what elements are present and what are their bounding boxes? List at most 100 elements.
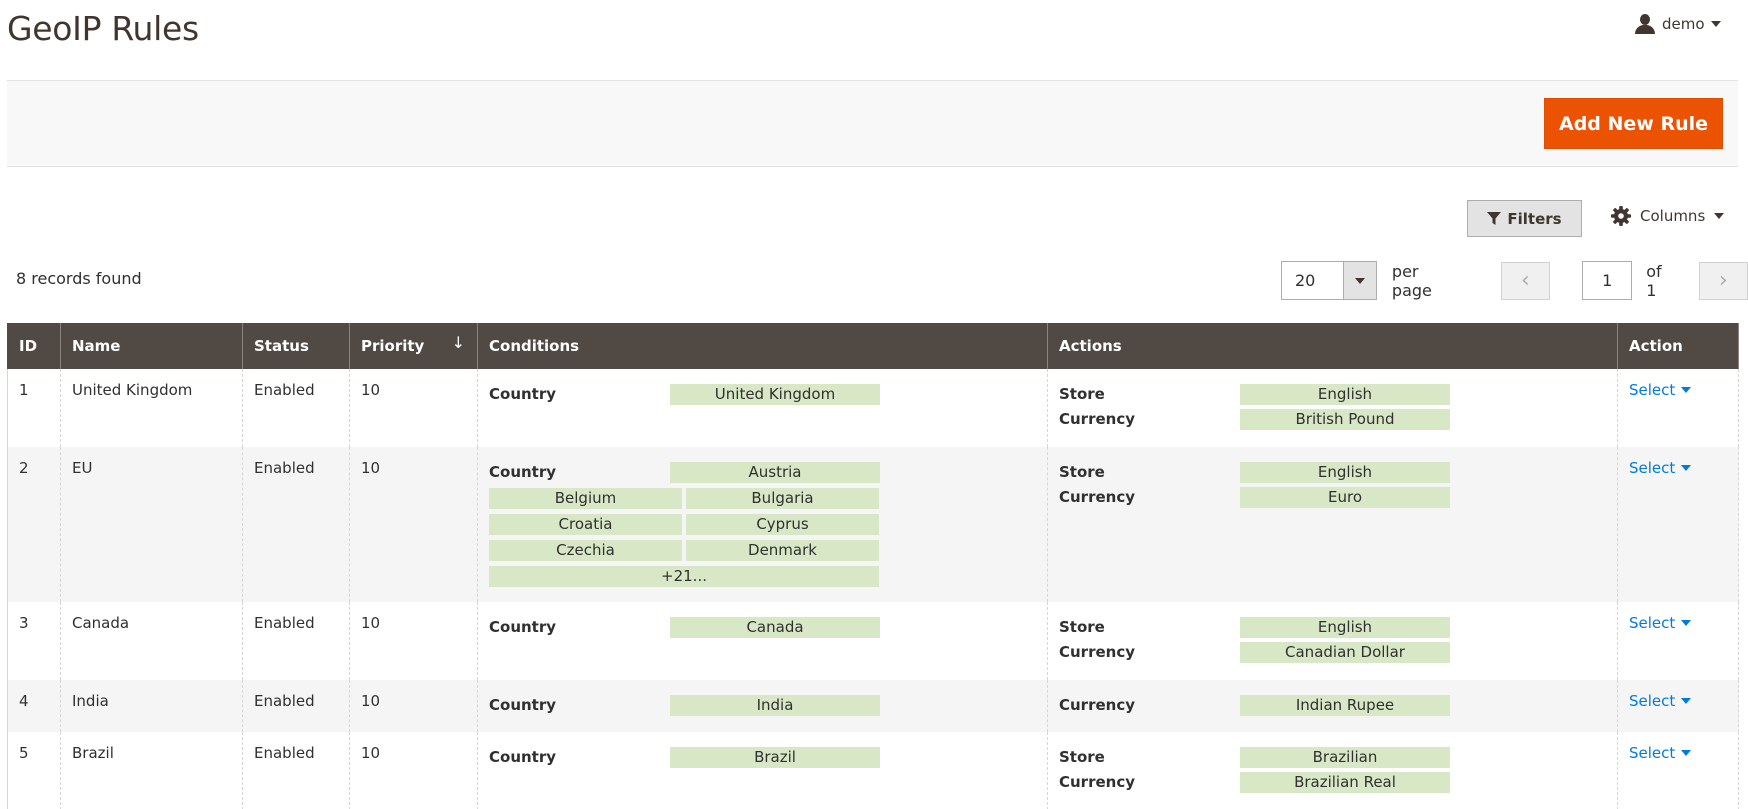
per-page-value: 20: [1295, 271, 1316, 290]
cell-action: Select: [1617, 680, 1739, 732]
column-header-action: Action: [1617, 323, 1739, 369]
rules-grid: ID Name Status Priority ↓ Conditions Acti…: [7, 323, 1739, 809]
currency-label: Currency: [1059, 643, 1136, 661]
currency-tag: Canadian Dollar: [1240, 642, 1450, 663]
condition-tag: Croatia: [489, 514, 682, 535]
currency-tag: Indian Rupee: [1240, 695, 1450, 716]
select-label: Select: [1629, 459, 1676, 477]
cell-status: Enabled: [242, 369, 350, 447]
cell-action: Select: [1617, 732, 1739, 809]
currency-label: Currency: [1059, 773, 1136, 791]
store-label: Store: [1059, 618, 1105, 636]
condition-label: Country: [489, 696, 557, 714]
currency-tag: Brazilian Real: [1240, 772, 1450, 793]
chevron-down-icon: [1681, 620, 1692, 626]
condition-tag: Cyprus: [686, 514, 879, 535]
cell-actions: Currency Indian Rupee: [1047, 680, 1618, 732]
cell-id: 4: [7, 680, 61, 732]
cell-name: Canada: [60, 602, 243, 680]
chevron-left-icon: ‹: [1521, 268, 1530, 293]
table-row: 5 Brazil Enabled 10 Country Brazil Store B…: [7, 732, 1739, 809]
cell-id: 3: [7, 602, 61, 680]
user-menu[interactable]: demo: [1634, 14, 1721, 34]
currency-tag: British Pound: [1240, 409, 1450, 430]
column-header-name[interactable]: Name: [60, 323, 243, 369]
per-page-dropdown-toggle[interactable]: [1342, 262, 1376, 299]
page-actions-bar: Add New Rule: [7, 80, 1738, 167]
filters-button[interactable]: Filters: [1467, 200, 1582, 237]
condition-label: Country: [489, 385, 557, 403]
chevron-down-icon: [1354, 277, 1365, 284]
add-new-rule-button[interactable]: Add New Rule: [1544, 98, 1723, 149]
row-select-action[interactable]: Select: [1629, 381, 1692, 399]
condition-label: Country: [489, 463, 557, 481]
table-row: 1 United Kingdom Enabled 10 Country Unite…: [7, 369, 1739, 447]
cell-conditions: Country India: [477, 680, 1048, 732]
cell-id: 5: [7, 732, 61, 809]
store-label: Store: [1059, 385, 1105, 403]
condition-tag: Austria: [670, 462, 880, 483]
currency-label: Currency: [1059, 696, 1136, 714]
filter-icon: [1487, 211, 1502, 225]
chevron-down-icon: [1681, 465, 1692, 471]
table-row: 3 Canada Enabled 10 Country Canada Store E…: [7, 602, 1739, 680]
cell-actions: Store Brazilian Currency Brazilian Real: [1047, 732, 1618, 809]
per-page-label: per page: [1391, 261, 1432, 300]
columns-button[interactable]: Columns: [1611, 206, 1725, 226]
store-tag: English: [1240, 617, 1450, 638]
cell-priority: 10: [349, 447, 478, 602]
column-header-status[interactable]: Status: [242, 323, 350, 369]
column-header-priority[interactable]: Priority ↓: [349, 323, 478, 369]
user-icon: [1634, 14, 1656, 34]
filters-label: Filters: [1507, 209, 1562, 228]
cell-priority: 10: [349, 732, 478, 809]
condition-tag: United Kingdom: [670, 384, 880, 405]
row-select-action[interactable]: Select: [1629, 614, 1692, 632]
cell-status: Enabled: [242, 602, 350, 680]
row-select-action[interactable]: Select: [1629, 692, 1692, 710]
row-select-action[interactable]: Select: [1629, 744, 1692, 762]
cell-name: United Kingdom: [60, 369, 243, 447]
chevron-down-icon: [1714, 213, 1725, 219]
condition-more-tag[interactable]: +21...: [489, 566, 879, 587]
per-page-select[interactable]: 20: [1281, 261, 1377, 300]
store-label: Store: [1059, 463, 1105, 481]
table-row: 4 India Enabled 10 Country India Currency…: [7, 680, 1739, 732]
page-number-input[interactable]: [1582, 261, 1633, 300]
condition-tag: India: [670, 695, 880, 716]
currency-tag: Euro: [1240, 487, 1450, 508]
cell-id: 2: [7, 447, 61, 602]
store-tag: English: [1240, 384, 1450, 405]
grid-header-row: ID Name Status Priority ↓ Conditions Acti…: [7, 323, 1739, 369]
column-header-conditions[interactable]: Conditions: [477, 323, 1048, 369]
column-header-actions[interactable]: Actions: [1047, 323, 1618, 369]
next-page-button[interactable]: ›: [1698, 261, 1748, 300]
user-name: demo: [1662, 15, 1705, 33]
cell-status: Enabled: [242, 680, 350, 732]
cell-status: Enabled: [242, 447, 350, 602]
column-header-id[interactable]: ID: [7, 323, 61, 369]
cell-priority: 10: [349, 369, 478, 447]
cell-priority: 10: [349, 602, 478, 680]
previous-page-button[interactable]: ‹: [1500, 261, 1551, 300]
row-select-action[interactable]: Select: [1629, 459, 1692, 477]
cell-conditions: Country Brazil: [477, 732, 1048, 809]
select-label: Select: [1629, 381, 1676, 399]
cell-id: 1: [7, 369, 61, 447]
condition-tag: Brazil: [670, 747, 880, 768]
gear-icon: [1611, 206, 1631, 226]
condition-tag: Belgium: [489, 488, 682, 509]
cell-actions: Store English Currency British Pound: [1047, 369, 1618, 447]
sort-descending-icon: ↓: [451, 333, 465, 352]
cell-action: Select: [1617, 369, 1739, 447]
chevron-down-icon: [1681, 387, 1692, 393]
condition-tag: Denmark: [686, 540, 879, 561]
chevron-down-icon: [1681, 698, 1692, 704]
condition-tag: Czechia: [489, 540, 682, 561]
store-label: Store: [1059, 748, 1105, 766]
pager: 20 per page ‹ of 1 ›: [1281, 261, 1748, 300]
chevron-down-icon: [1681, 750, 1692, 756]
select-label: Select: [1629, 614, 1676, 632]
store-tag: English: [1240, 462, 1450, 483]
cell-name: India: [60, 680, 243, 732]
